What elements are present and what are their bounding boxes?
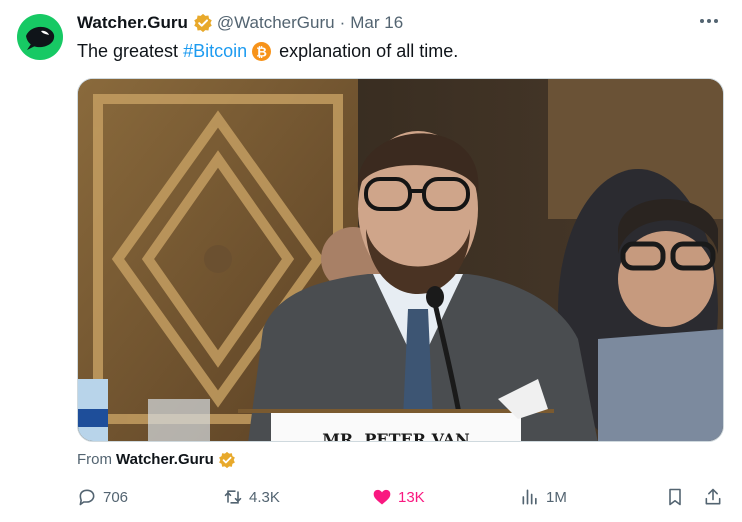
from-attribution: From Watcher.Guru [77,450,236,470]
verified-badge-icon [194,13,212,33]
nameplate-text: MR. PETER VAN [322,430,470,442]
share-icon [705,488,721,505]
from-label: From [77,451,112,468]
separator: · [339,13,346,32]
tweet-date[interactable]: Mar 16 [350,12,403,34]
from-source-link[interactable]: Watcher.Guru [116,450,214,470]
repost-button[interactable]: 4.3K [223,485,280,509]
repost-count: 4.3K [249,488,280,506]
tweet-header: Watcher.Guru @WatcherGuru · Mar 16 [77,12,403,34]
verified-badge-icon [218,451,235,469]
views-count: 1M [546,488,567,506]
author-handle[interactable]: @WatcherGuru [217,12,335,34]
like-icon [373,489,391,505]
views-button[interactable]: 1M [520,485,567,509]
svg-text:₿: ₿ [256,45,267,60]
like-button[interactable]: 13K [372,485,425,509]
hashtag-link[interactable]: #Bitcoin [183,38,247,64]
share-button[interactable] [701,485,725,509]
reply-icon [79,489,95,506]
author-name[interactable]: Watcher.Guru [77,12,188,34]
tweet-text: The greatest #Bitcoin ₿ explanation of a… [77,38,458,64]
bitcoin-icon: ₿ [252,41,272,61]
media-image: MR. PETER VAN [78,79,723,442]
tweet-text-after: explanation of all time. [279,41,459,61]
like-count: 13K [398,488,425,506]
watcher-guru-logo-icon [26,26,55,50]
more-button[interactable] [696,8,722,34]
bookmark-icon [669,488,681,506]
tweet-text-before: The greatest [77,41,179,61]
repost-icon [224,490,242,504]
reply-count: 706 [103,488,129,506]
bookmark-button[interactable] [663,485,687,509]
views-icon [522,489,537,505]
reply-button[interactable]: 706 [77,485,128,509]
tweet-media[interactable]: MR. PETER VAN [77,78,724,442]
more-icon [700,19,718,23]
avatar[interactable] [17,14,63,60]
